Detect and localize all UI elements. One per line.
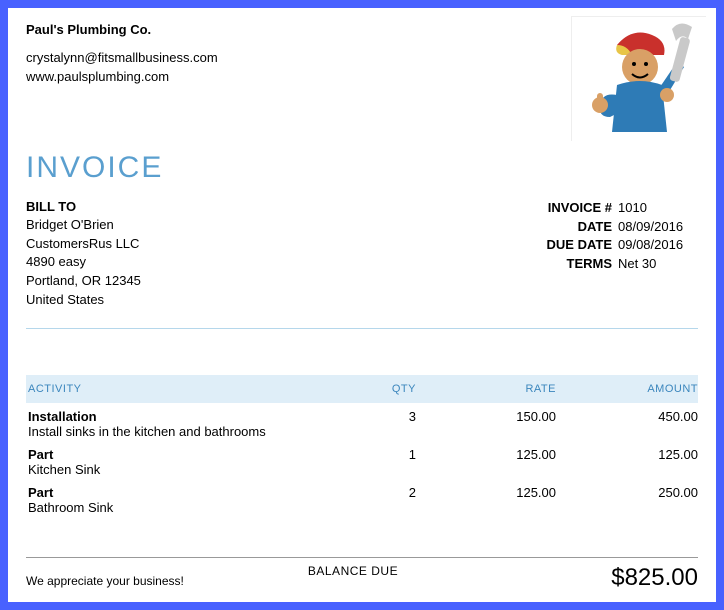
bill-to-citystate: Portland, OR 12345 [26, 272, 141, 291]
line-rate: 125.00 [416, 485, 556, 500]
line-qty: 2 [326, 485, 416, 500]
line-qty: 3 [326, 409, 416, 424]
col-rate: RATE [416, 383, 556, 395]
line-desc: Kitchen Sink [28, 462, 326, 477]
bill-to-street: 4890 easy [26, 253, 141, 272]
footer-note: We appreciate your business! [26, 574, 184, 588]
line-items-header: ACTIVITY QTY RATE AMOUNT [26, 375, 698, 403]
invoice-page: Paul's Plumbing Co. crystalynn@fitsmallb… [8, 8, 716, 602]
col-activity: ACTIVITY [26, 383, 326, 395]
balance-due-amount: $825.00 [611, 564, 698, 592]
line-amount: 450.00 [556, 409, 698, 424]
invoice-meta-block: INVOICE # 1010 DATE 08/09/2016 DUE DATE 09/… [522, 199, 698, 310]
bill-to-block: BILL TO Bridget O'Brien CustomersRus LLC… [26, 199, 141, 310]
terms-label: TERMS [522, 255, 612, 274]
bill-to-company: CustomersRus LLC [26, 235, 141, 254]
invoice-number-label: INVOICE # [522, 199, 612, 218]
due-date-value: 09/08/2016 [618, 236, 698, 255]
due-date-label: DUE DATE [522, 236, 612, 255]
terms-value: Net 30 [618, 255, 698, 274]
invoice-number-value: 1010 [618, 199, 698, 218]
company-logo [571, 16, 706, 141]
invoice-title: INVOICE [26, 151, 698, 185]
line-name: Installation [28, 409, 97, 424]
line-name: Part [28, 447, 53, 462]
line-item: PartKitchen Sink 1 125.00 125.00 [26, 441, 698, 479]
bill-to-label: BILL TO [26, 199, 141, 214]
line-rate: 125.00 [416, 447, 556, 462]
bill-to-country: United States [26, 291, 141, 310]
line-amount: 250.00 [556, 485, 698, 500]
invoice-date-value: 08/09/2016 [618, 218, 698, 237]
line-amount: 125.00 [556, 447, 698, 462]
col-amount: AMOUNT [556, 383, 698, 395]
line-rate: 150.00 [416, 409, 556, 424]
line-qty: 1 [326, 447, 416, 462]
invoice-footer: We appreciate your business! BALANCE DUE… [26, 557, 698, 592]
invoice-date-label: DATE [522, 218, 612, 237]
line-desc: Install sinks in the kitchen and bathroo… [28, 424, 326, 439]
divider [26, 328, 698, 329]
invoice-meta-row: BILL TO Bridget O'Brien CustomersRus LLC… [26, 199, 698, 310]
line-item: PartBathroom Sink 2 125.00 250.00 [26, 479, 698, 517]
bill-to-name: Bridget O'Brien [26, 216, 141, 235]
line-item: InstallationInstall sinks in the kitchen… [26, 403, 698, 441]
col-qty: QTY [326, 383, 416, 395]
balance-due-label: BALANCE DUE [308, 564, 398, 578]
line-desc: Bathroom Sink [28, 500, 326, 515]
line-name: Part [28, 485, 53, 500]
